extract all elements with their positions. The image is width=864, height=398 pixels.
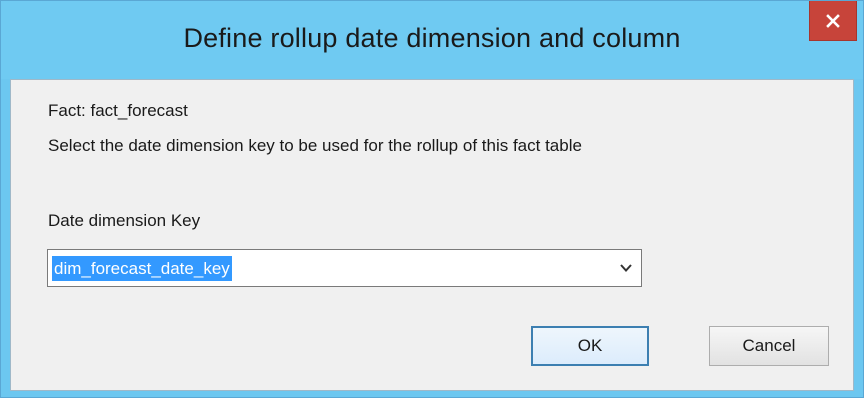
chevron-down-icon[interactable] [619,262,633,274]
date-dimension-key-select[interactable]: dim_forecast_date_key [47,249,642,287]
close-button[interactable] [809,1,857,41]
cancel-button[interactable]: Cancel [709,326,829,366]
close-icon [826,13,840,28]
dialog-window: Define rollup date dimension and column … [0,0,864,398]
dialog-body: Fact: fact_forecast Select the date dime… [10,79,854,391]
instruction-text: Select the date dimension key to be used… [48,136,582,155]
dialog-title: Define rollup date dimension and column [183,23,681,53]
date-dimension-key-value: dim_forecast_date_key [52,256,232,281]
fact-label: Fact: fact_forecast [48,101,188,120]
date-dimension-key-label: Date dimension Key [48,211,201,230]
ok-button[interactable]: OK [531,326,649,366]
title-bar[interactable]: Define rollup date dimension and column [1,1,863,79]
